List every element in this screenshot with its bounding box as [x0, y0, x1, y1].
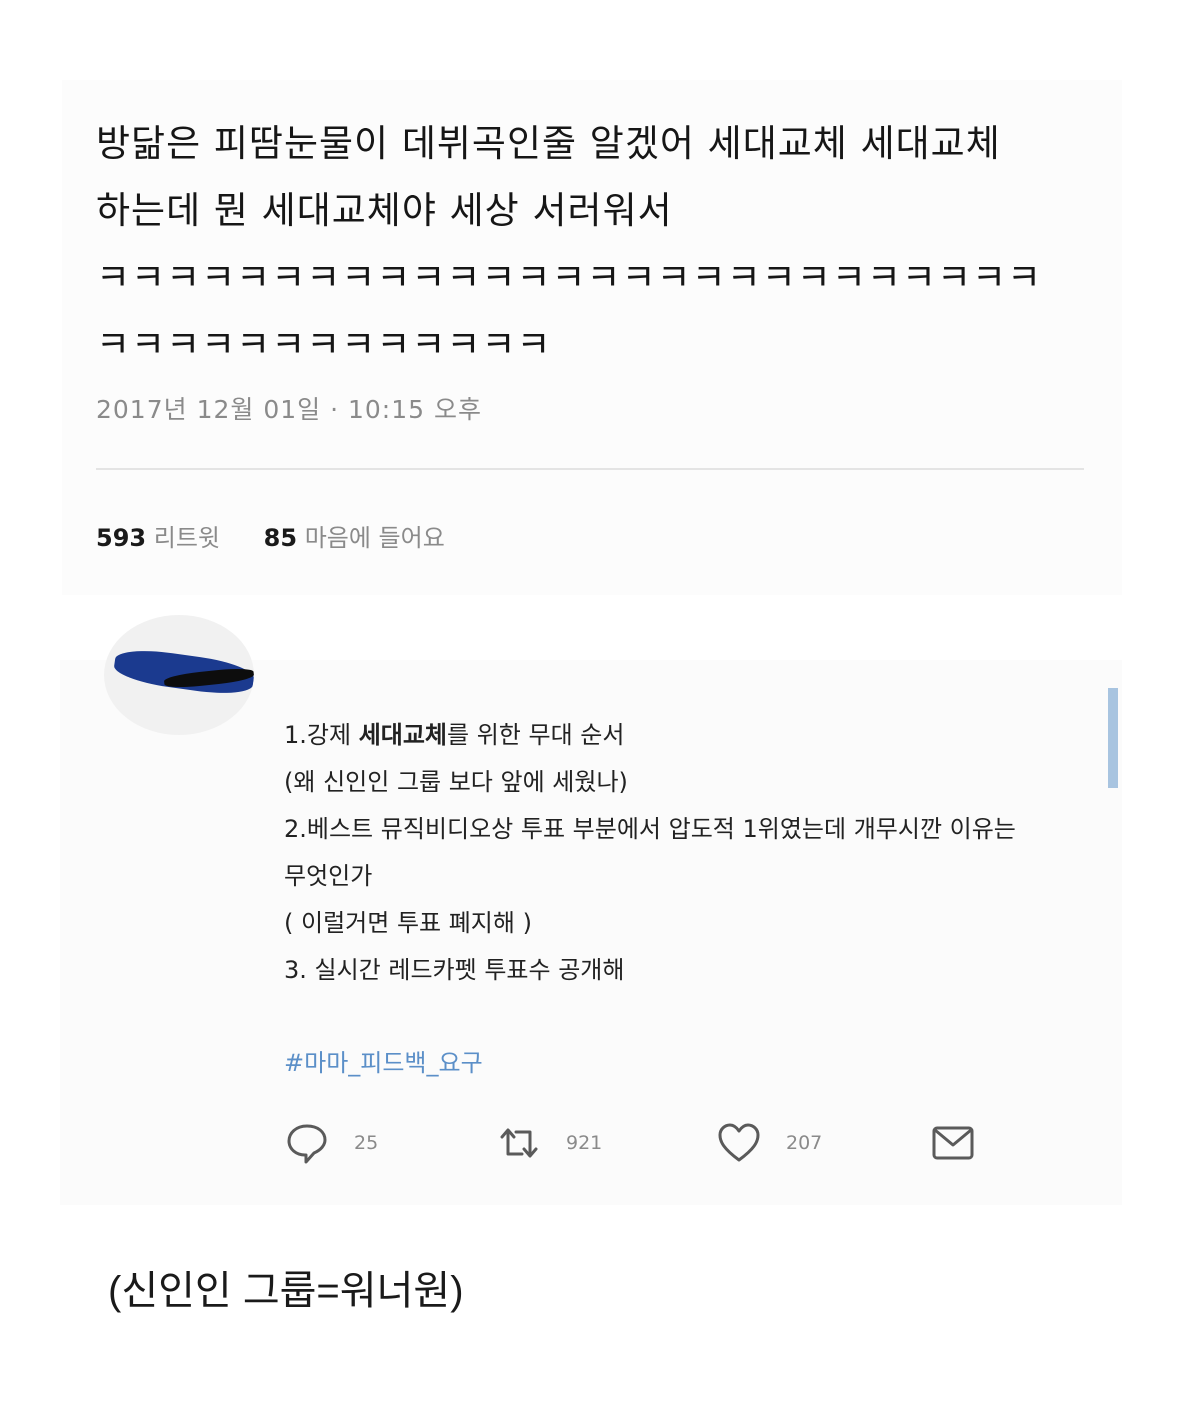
- retweet-count: 921: [566, 1132, 603, 1154]
- reply-button[interactable]: 25: [284, 1118, 378, 1168]
- tweet-text: 방닮은 피땀눈물이 데뷔곡인줄 알겠어 세대교체 세대교체 하는데 뭔 세대교체…: [96, 122, 1043, 366]
- caption: (신인인 그룹=워너원): [108, 1269, 464, 1313]
- avatar[interactable]: [104, 615, 254, 735]
- tweet-timestamp[interactable]: 2017년 12월 01일 · 10:15 오후: [96, 390, 482, 426]
- reply-line-5: ( 이럴거면 투표 폐지해 ): [284, 909, 532, 937]
- direct-message-button[interactable]: [930, 1118, 976, 1168]
- like-label: 마음에 들어요: [304, 524, 445, 552]
- hashtag-link[interactable]: #마마_피드백_요구: [284, 1043, 483, 1078]
- like-stat[interactable]: 85 마음에 들어요: [264, 518, 445, 553]
- tweet-actions: 25 921 207: [284, 1118, 1044, 1168]
- reply-line-3: 2.베스트 뮤직비디오상 투표 부분에서 압도적 1위였는데 개무시깐 이유는: [284, 815, 1016, 843]
- retweet-button[interactable]: 921: [496, 1118, 602, 1168]
- like-button[interactable]: 207: [716, 1118, 822, 1168]
- reply-line-1-prefix: 1.강제: [284, 721, 359, 749]
- reply-line-1-suffix: 를 위한 무대 순서: [447, 721, 625, 749]
- reply-icon: [287, 1124, 327, 1164]
- reply-count: 25: [354, 1132, 379, 1154]
- divider: [96, 468, 1084, 470]
- heart-icon: [718, 1123, 760, 1162]
- tweet-card-reply: 1.강제 세대교체를 위한 무대 순서 (왜 신인인 그룹 보다 앞에 세웠나)…: [60, 615, 1122, 1205]
- reply-line-1-bold: 세대교체: [358, 721, 448, 749]
- reply-line-6: 3. 실시간 레드카펫 투표수 공개해: [284, 956, 625, 984]
- mail-icon: [932, 1126, 974, 1160]
- reply-line-4: 무엇인가: [284, 862, 373, 890]
- reply-line-2: (왜 신인인 그룹 보다 앞에 세웠나): [284, 768, 628, 796]
- scrollbar-thumb[interactable]: [1108, 688, 1118, 788]
- like-count-reply: 207: [786, 1132, 823, 1154]
- like-count: 85: [263, 524, 298, 552]
- retweet-count: 593: [96, 524, 147, 552]
- retweet-label: 리트윗: [153, 524, 220, 552]
- retweet-stat[interactable]: 593 리트윗: [96, 518, 220, 553]
- reply-text: 1.강제 세대교체를 위한 무대 순서 (왜 신인인 그룹 보다 앞에 세웠나)…: [284, 712, 1084, 994]
- tweet-card-main: 방닮은 피땀눈물이 데뷔곡인줄 알겠어 세대교체 세대교체 하는데 뭔 세대교체…: [62, 80, 1122, 595]
- retweet-icon: [500, 1128, 538, 1158]
- reply-line-1: 1.강제 세대교체를 위한 무대 순서: [284, 712, 1084, 759]
- tweet-stats: 593 리트윗 85 마음에 들어요: [96, 518, 481, 553]
